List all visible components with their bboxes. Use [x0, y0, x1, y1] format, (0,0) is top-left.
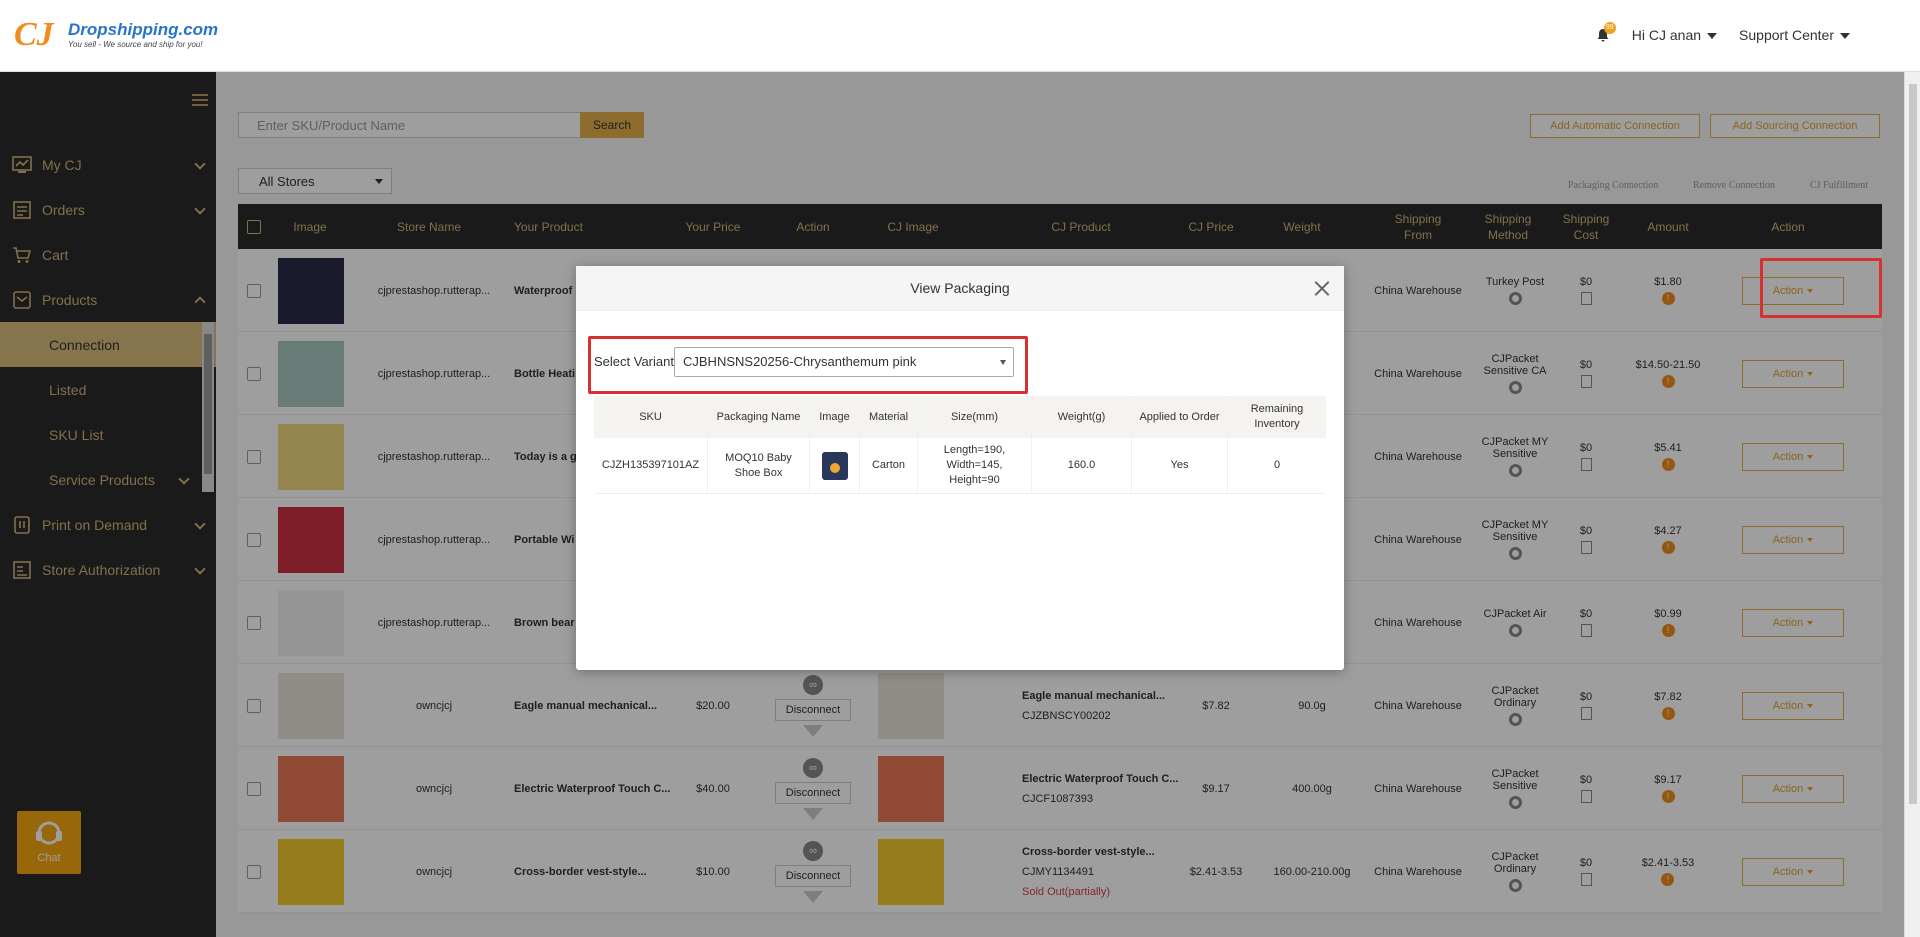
caret-down-icon	[1840, 33, 1850, 40]
support-center-menu[interactable]: Support Center	[1739, 27, 1850, 43]
logo-name: Dropshipping.com	[68, 20, 219, 39]
header-material: Material	[860, 396, 918, 438]
user-greeting: Hi CJ anan	[1631, 27, 1702, 43]
logo-mark: CJ	[14, 16, 54, 53]
header-size: Size(mm)	[918, 396, 1032, 438]
caret-down-icon	[1000, 360, 1006, 365]
user-menu[interactable]: Hi CJ anan	[1631, 27, 1718, 43]
logo-tagline: You sell - We source and ship for you!	[68, 40, 203, 49]
packaging-image[interactable]	[821, 451, 848, 480]
modal-title: View Packaging	[910, 280, 1010, 296]
packaging-weight: 160.0	[1032, 438, 1132, 493]
header-weight: Weight(g)	[1032, 396, 1132, 438]
notification-badge: 99	[1603, 22, 1616, 34]
header-applied-to-order: Applied to Order	[1132, 396, 1228, 438]
highlight-row-action	[1760, 258, 1882, 318]
packaging-applied: Yes	[1132, 438, 1228, 493]
header-remaining-inventory: Remaining Inventory	[1250, 403, 1304, 430]
packaging-width: Width=145,	[946, 459, 1003, 471]
top-header: CJ Dropshipping.com You sell - We source…	[0, 0, 1920, 72]
header-packaging-name: Packaging Name	[708, 396, 810, 438]
header-sku: SKU	[594, 396, 708, 438]
bell-icon[interactable]: 99	[1596, 22, 1616, 42]
close-icon[interactable]	[1314, 280, 1330, 296]
caret-down-icon	[1707, 33, 1718, 40]
packaging-name: MOQ10 Baby Shoe Box	[708, 438, 810, 493]
header-actions: 99 Hi CJ anan Support Center	[1596, 22, 1850, 43]
cj-logo[interactable]: CJ Dropshipping.com You sell - We source…	[14, 16, 218, 56]
packaging-table: SKU Packaging Name Image Material Size(m…	[594, 396, 1326, 494]
packaging-material: Carton	[860, 438, 918, 493]
packaging-length: Length=190,	[943, 444, 1006, 456]
page-scrollbar[interactable]	[1904, 72, 1920, 937]
table-row: CJZH135397101AZ MOQ10 Baby Shoe Box Cart…	[594, 438, 1326, 494]
packaging-inventory: 0	[1273, 459, 1281, 471]
header-image: Image	[810, 396, 860, 438]
view-packaging-modal: View Packaging Select Variant CJBHNSNS20…	[576, 266, 1344, 670]
packaging-table-header: SKU Packaging Name Image Material Size(m…	[594, 396, 1326, 438]
variant-select[interactable]: CJBHNSNS20256-Chrysanthemum pink	[674, 347, 1014, 377]
variant-label: Select Variant	[594, 354, 674, 369]
support-center-label: Support Center	[1739, 27, 1834, 43]
packaging-height: Height=90	[949, 474, 1000, 486]
packaging-sku: CJZH135397101AZ	[594, 438, 708, 493]
variant-select-value: CJBHNSNS20256-Chrysanthemum pink	[683, 354, 917, 369]
